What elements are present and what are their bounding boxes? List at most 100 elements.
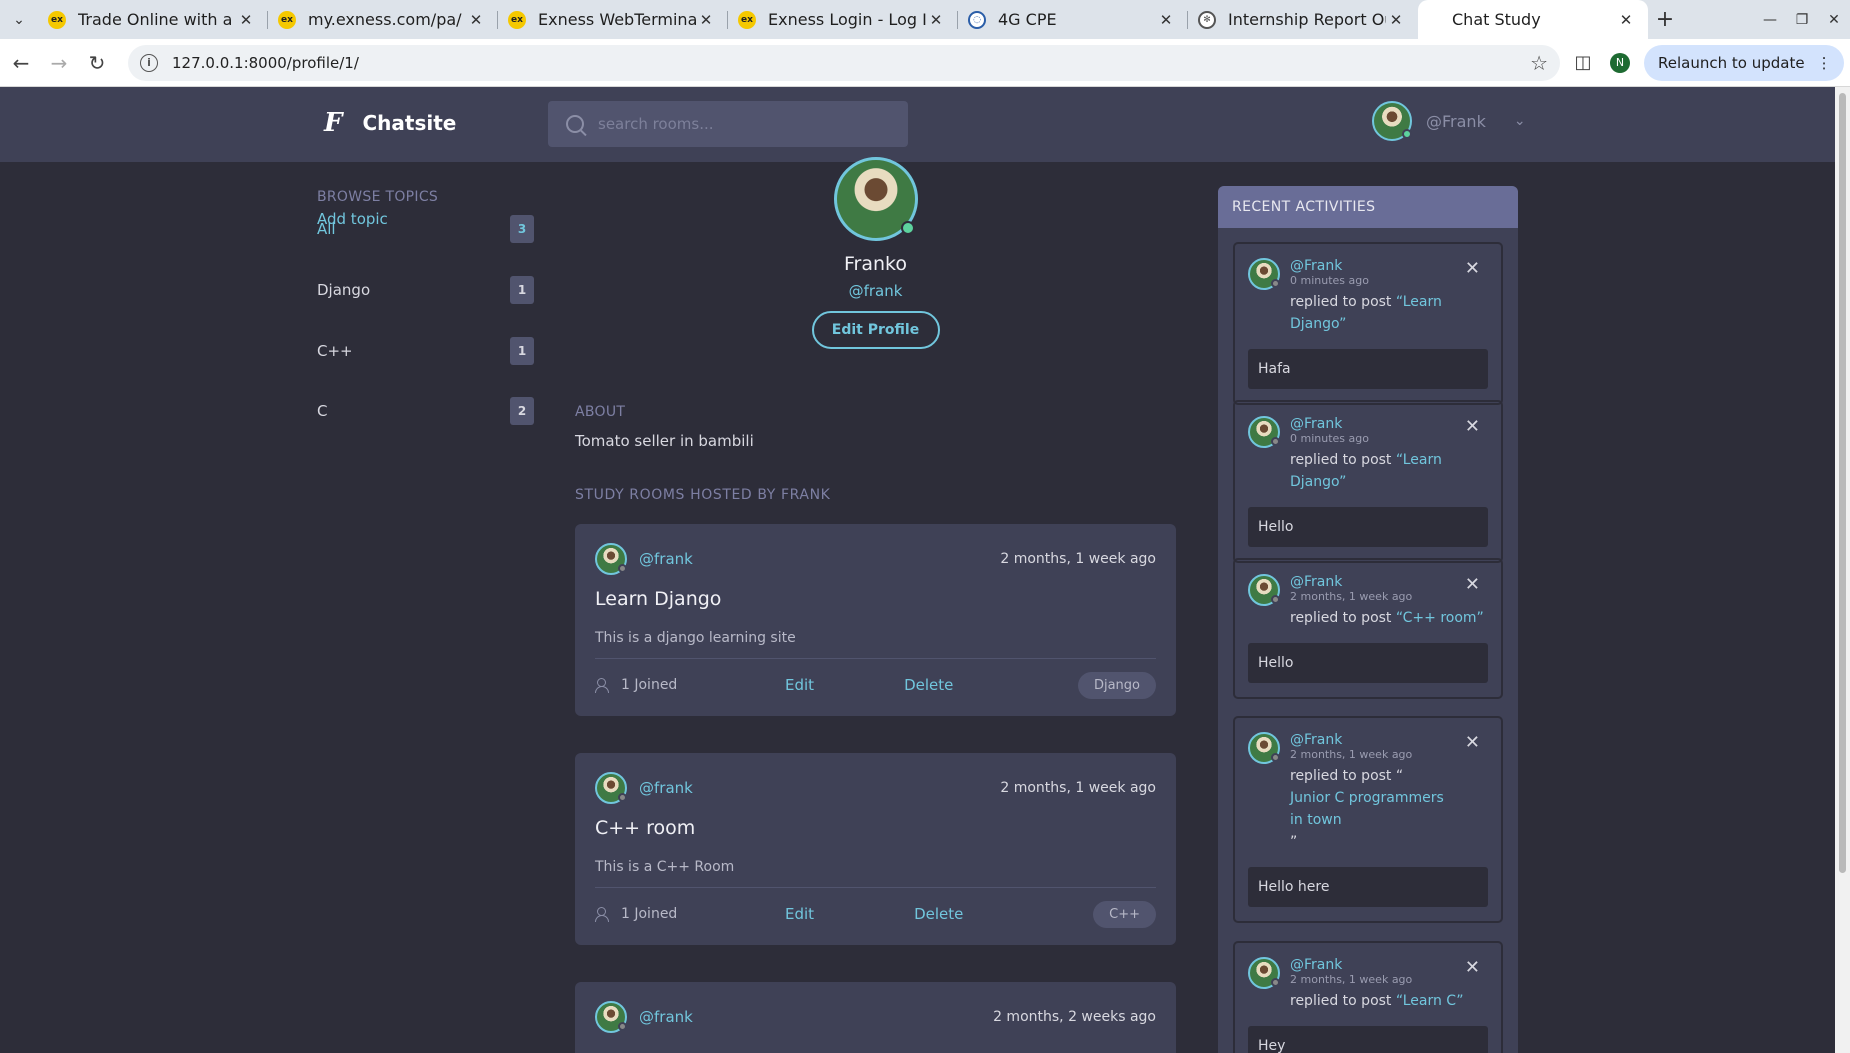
- room-description: This is a C++ Room: [595, 859, 1156, 888]
- browser-tab[interactable]: ex Exness WebTerminal ✕: [498, 0, 728, 39]
- delete-room-link[interactable]: Delete: [904, 676, 953, 694]
- browser-profile-avatar[interactable]: N: [1610, 52, 1630, 73]
- host-handle[interactable]: @frank: [639, 1008, 693, 1026]
- room-host[interactable]: @frank: [595, 772, 693, 804]
- avatar[interactable]: [1372, 101, 1412, 141]
- activity-time: 2 months, 1 week ago: [1290, 973, 1413, 986]
- room-card[interactable]: @frank 2 months, 1 week ago Learn Django…: [575, 524, 1176, 716]
- tab-close-icon[interactable]: ✕: [1386, 11, 1406, 29]
- delete-room-link[interactable]: Delete: [914, 905, 963, 923]
- kebab-menu-icon[interactable]: ⋮: [1817, 54, 1832, 72]
- status-dot: [618, 793, 627, 802]
- room-topic-tag[interactable]: Django: [1077, 671, 1156, 699]
- activity-user[interactable]: @Frank: [1290, 416, 1488, 432]
- search-input[interactable]: [598, 115, 878, 133]
- close-icon[interactable]: ✕: [1465, 258, 1480, 279]
- tab-close-icon[interactable]: ✕: [1616, 11, 1636, 29]
- avatar[interactable]: [1248, 957, 1280, 989]
- browser-tab[interactable]: ex my.exness.com/pa/ ✕: [268, 0, 498, 39]
- back-arrow-icon[interactable]: ←: [4, 46, 38, 80]
- edit-profile-button[interactable]: Edit Profile: [811, 311, 940, 349]
- browser-tab-active[interactable]: Chat Study ✕: [1418, 0, 1648, 39]
- tab-close-icon[interactable]: ✕: [696, 11, 716, 29]
- activity-user[interactable]: @Frank: [1290, 574, 1484, 590]
- about-text: Tomato seller in bambili: [575, 432, 754, 450]
- room-title[interactable]: C++ room: [595, 817, 1156, 839]
- avatar[interactable]: [1248, 732, 1280, 764]
- forward-arrow-icon[interactable]: →: [42, 46, 76, 80]
- activity-user[interactable]: @Frank: [1290, 732, 1460, 748]
- host-handle[interactable]: @frank: [639, 550, 693, 568]
- activity-body: Hey: [1248, 1026, 1488, 1053]
- logo-mark-icon: F: [324, 108, 343, 138]
- browser-tab[interactable]: ex Exness Login - Log In To ✕: [728, 0, 958, 39]
- scrollbar-thumb[interactable]: [1839, 93, 1846, 873]
- close-icon[interactable]: ✕: [1465, 416, 1480, 437]
- tab-title: Internship Report Outli: [1228, 10, 1386, 29]
- tab-title: Trade Online with a Lea: [78, 10, 236, 29]
- activity-time: 0 minutes ago: [1290, 432, 1369, 445]
- host-handle[interactable]: @frank: [639, 779, 693, 797]
- avatar[interactable]: [1248, 574, 1280, 606]
- people-icon: [595, 678, 613, 693]
- topic-count-badge: 1: [510, 337, 534, 365]
- status-dot: [1271, 595, 1280, 604]
- page-scrollbar[interactable]: [1835, 87, 1850, 1053]
- chevron-down-icon[interactable]: ⌄: [1514, 113, 1526, 129]
- close-icon[interactable]: ✕: [1465, 957, 1480, 978]
- topic-item-all[interactable]: All 3: [317, 215, 534, 243]
- room-timestamp: 2 months, 1 week ago: [1000, 780, 1156, 796]
- avatar: [595, 1001, 627, 1033]
- site-header: F Chatsite @Frank ⌄: [0, 87, 1835, 162]
- topic-item-cpp[interactable]: C++ 1: [317, 337, 534, 365]
- status-dot: [1271, 978, 1280, 987]
- room-title[interactable]: Learn Django: [595, 588, 1156, 610]
- room-card[interactable]: @frank 2 months, 2 weeks ago: [575, 982, 1176, 1053]
- close-icon[interactable]: ✕: [1465, 574, 1480, 595]
- activity-prefix: replied to post: [1290, 452, 1396, 468]
- reload-icon[interactable]: ↻: [80, 46, 114, 80]
- url-field[interactable]: i 127.0.0.1:8000/profile/1/ ☆: [128, 44, 1560, 81]
- edit-room-link[interactable]: Edit: [785, 905, 814, 923]
- minimize-icon[interactable]: —: [1754, 0, 1786, 39]
- browser-tab[interactable]: ✻ Internship Report Outli ✕: [1188, 0, 1418, 39]
- exness-favicon-icon: ex: [738, 10, 756, 29]
- room-card[interactable]: @frank 2 months, 1 week ago C++ room Thi…: [575, 753, 1176, 945]
- tab-title: my.exness.com/pa/: [308, 10, 462, 29]
- tab-close-icon[interactable]: ✕: [926, 11, 946, 29]
- edit-room-link[interactable]: Edit: [785, 676, 814, 694]
- close-window-icon[interactable]: ✕: [1818, 0, 1850, 39]
- url-text: 127.0.0.1:8000/profile/1/: [172, 53, 359, 72]
- avatar[interactable]: [1248, 416, 1280, 448]
- browser-tab[interactable]: ex Trade Online with a Lea ✕: [38, 0, 268, 39]
- avatar[interactable]: [1248, 258, 1280, 290]
- search-box[interactable]: [548, 101, 908, 147]
- bookmark-star-icon[interactable]: ☆: [1530, 51, 1548, 75]
- activity-post-link[interactable]: “C++ room”: [1396, 610, 1484, 626]
- activity-time: 0 minutes ago: [1290, 274, 1369, 287]
- activity-user[interactable]: @Frank: [1290, 258, 1488, 274]
- tab-search-chevron-icon[interactable]: ⌄: [0, 0, 38, 39]
- room-host[interactable]: @frank: [595, 543, 693, 575]
- profile-card: Franko @frank Edit Profile: [575, 157, 1176, 349]
- site-info-icon[interactable]: i: [140, 53, 158, 72]
- activity-user[interactable]: @Frank: [1290, 957, 1464, 973]
- recent-activities-panel: RECENT ACTIVITIES @Frank 0 minutes ago r…: [1218, 186, 1518, 1053]
- activity-post-link[interactable]: Junior C programmers in town: [1290, 787, 1460, 831]
- tab-close-icon[interactable]: ✕: [236, 11, 256, 29]
- site-logo[interactable]: F Chatsite: [324, 108, 456, 138]
- browser-tab[interactable]: ◌ 4G CPE ✕: [958, 0, 1188, 39]
- new-tab-plus-icon[interactable]: +: [1648, 0, 1682, 39]
- relaunch-button[interactable]: Relaunch to update ⋮: [1644, 44, 1844, 81]
- topic-item-django[interactable]: Django 1: [317, 276, 534, 304]
- close-icon[interactable]: ✕: [1465, 732, 1480, 753]
- tab-close-icon[interactable]: ✕: [1156, 11, 1176, 29]
- room-topic-tag[interactable]: C++: [1093, 900, 1156, 928]
- restore-icon[interactable]: ❐: [1786, 0, 1818, 39]
- extensions-puzzle-icon[interactable]: ◫: [1566, 52, 1600, 73]
- tab-close-icon[interactable]: ✕: [466, 11, 486, 29]
- activity-post-link[interactable]: “Learn C”: [1396, 993, 1464, 1009]
- topic-item-c[interactable]: C 2: [317, 397, 534, 425]
- user-menu[interactable]: @Frank ⌄: [1372, 101, 1526, 141]
- room-host[interactable]: @frank: [595, 1001, 693, 1033]
